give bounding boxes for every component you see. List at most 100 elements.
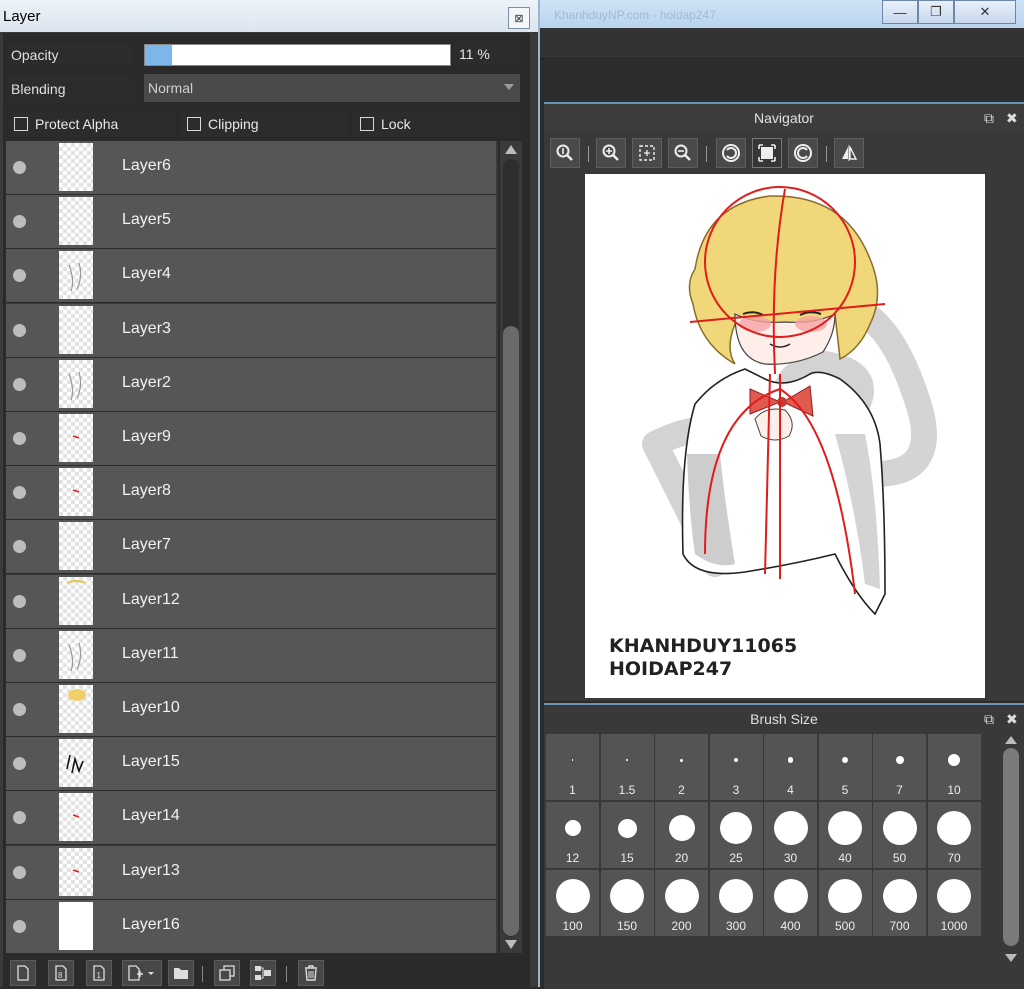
brush-size-label: 2 [678,783,685,797]
brush-size-option[interactable]: 12 [546,802,599,868]
delete-layer-button[interactable] [298,960,324,986]
brush-size-option[interactable]: 400 [764,870,817,936]
layer-row[interactable]: Layer11 [6,628,496,683]
layer-list[interactable]: Layer6 Layer5 Layer4 Layer3 Layer2 Layer9 Laye… [6,141,498,954]
popout-icon[interactable]: ⧉ [984,110,994,126]
lock-checkbox[interactable]: Lock [354,111,521,137]
popout-icon[interactable]: ⧉ [984,711,994,727]
reset-view-button[interactable] [752,138,782,168]
brush-size-option[interactable]: 15 [600,802,654,868]
duplicate-layer-button[interactable] [214,960,240,986]
layer-row[interactable]: Layer5 [6,195,496,250]
new-8bit-layer-button[interactable]: 8 [48,960,74,986]
new-1bit-layer-button[interactable]: 1 [86,960,112,986]
brush-size-option[interactable]: 30 [764,802,817,868]
layer-row[interactable]: Layer14 [6,791,496,846]
visibility-eye-icon[interactable] [13,811,26,825]
close-icon[interactable]: ✖ [1006,110,1018,126]
brush-size-option[interactable]: 1 [546,734,599,800]
layer-row[interactable]: Layer9 [6,412,496,466]
brush-size-label: 4 [787,783,794,797]
brush-size-label: 20 [674,851,689,865]
layer-row[interactable]: Layer4 [6,249,496,304]
restore-button[interactable]: ❐ [918,0,954,24]
visibility-eye-icon[interactable] [13,865,26,879]
minimize-button[interactable]: — [882,0,918,24]
brush-size-option[interactable]: 1.5 [600,734,654,800]
brush-size-option[interactable]: 500 [818,870,872,936]
brush-size-option[interactable]: 25 [709,802,763,868]
layer-row[interactable]: Layer3 [6,303,496,358]
layer-row[interactable]: Layer15 [6,737,496,792]
visibility-eye-icon[interactable] [13,323,26,337]
visibility-eye-icon[interactable] [13,269,26,283]
layer-row[interactable]: Layer6 [6,141,496,195]
visibility-eye-icon[interactable] [13,703,26,716]
visibility-eye-icon[interactable] [13,540,26,554]
brush-size-option[interactable]: 200 [655,870,708,936]
blending-select[interactable]: Normal [144,74,520,102]
brush-size-option[interactable]: 700 [873,870,926,936]
layer-name: Layer9 [122,428,171,445]
visibility-eye-icon[interactable] [13,594,26,608]
fit-to-window-button[interactable] [632,138,662,168]
brush-size-option[interactable]: 70 [927,802,981,868]
new-folder-button[interactable] [168,960,194,986]
brush-size-option[interactable]: 2 [655,734,708,800]
clipping-checkbox[interactable]: Clipping [181,111,348,137]
flip-horizontal-button[interactable] [834,138,864,168]
visibility-eye-icon[interactable] [13,377,26,391]
brush-size-option[interactable]: 20 [655,802,708,868]
add-layer-dropdown-button[interactable] [122,960,162,986]
visibility-eye-icon[interactable] [13,432,26,445]
brush-size-option[interactable]: 5 [818,734,872,800]
opacity-slider[interactable] [144,44,451,66]
visibility-eye-icon[interactable] [13,919,26,933]
close-icon[interactable]: ✖ [1006,711,1018,727]
brush-size-option[interactable]: 150 [600,870,654,936]
layer-row[interactable]: Layer8 [6,466,496,521]
layer-row[interactable]: Layer16 [6,899,496,954]
rotate-left-button[interactable] [716,138,746,168]
navigator-preview[interactable]: KHANHDUY11065 HOIDAP247 [585,174,985,698]
new-8bit-layer-icon: 8 [55,965,67,981]
zoom-actual-button[interactable] [550,138,580,168]
new-layer-button[interactable] [10,960,36,986]
brush-size-option[interactable]: 7 [873,734,926,800]
brush-size-option[interactable]: 40 [818,802,872,868]
scroll-down-icon[interactable] [1005,954,1017,962]
scroll-down-icon[interactable] [505,940,517,949]
layer-row[interactable]: Layer12 [6,574,496,629]
zoom-out-button[interactable] [668,138,698,168]
brush-size-option[interactable]: 1000 [927,870,981,936]
scroll-thumb[interactable] [1003,748,1019,946]
visibility-eye-icon[interactable] [13,161,26,174]
brush-size-scrollbar[interactable] [1000,734,1022,962]
layer-row[interactable]: Layer13 [6,845,496,900]
brush-size-option[interactable]: 50 [873,802,926,868]
visibility-eye-icon[interactable] [13,757,26,771]
zoom-in-button[interactable] [596,138,626,168]
layer-window-titlebar[interactable]: Layer ⊠ [0,0,538,32]
layer-row[interactable]: Layer2 [6,357,496,412]
brush-size-option[interactable]: 300 [709,870,763,936]
layer-row[interactable]: Layer10 [6,683,496,737]
scroll-up-icon[interactable] [505,145,517,154]
visibility-eye-icon[interactable] [13,486,26,500]
visibility-eye-icon[interactable] [13,648,26,662]
scroll-thumb[interactable] [503,326,519,936]
brush-size-option[interactable]: 100 [546,870,599,936]
brush-size-title: Brush Size [750,711,818,727]
protect-alpha-checkbox[interactable]: Protect Alpha [8,111,175,137]
layer-window-close-button[interactable]: ⊠ [508,7,530,29]
merge-down-button[interactable] [250,960,276,986]
brush-size-option[interactable]: 10 [927,734,981,800]
rotate-right-button[interactable] [788,138,818,168]
close-app-button[interactable]: ✕ [954,0,1016,24]
scroll-up-icon[interactable] [1005,736,1017,744]
brush-size-option[interactable]: 4 [764,734,817,800]
layer-list-scrollbar[interactable] [500,141,522,953]
visibility-eye-icon[interactable] [13,215,26,229]
brush-size-option[interactable]: 3 [709,734,763,800]
layer-row[interactable]: Layer7 [6,520,496,575]
